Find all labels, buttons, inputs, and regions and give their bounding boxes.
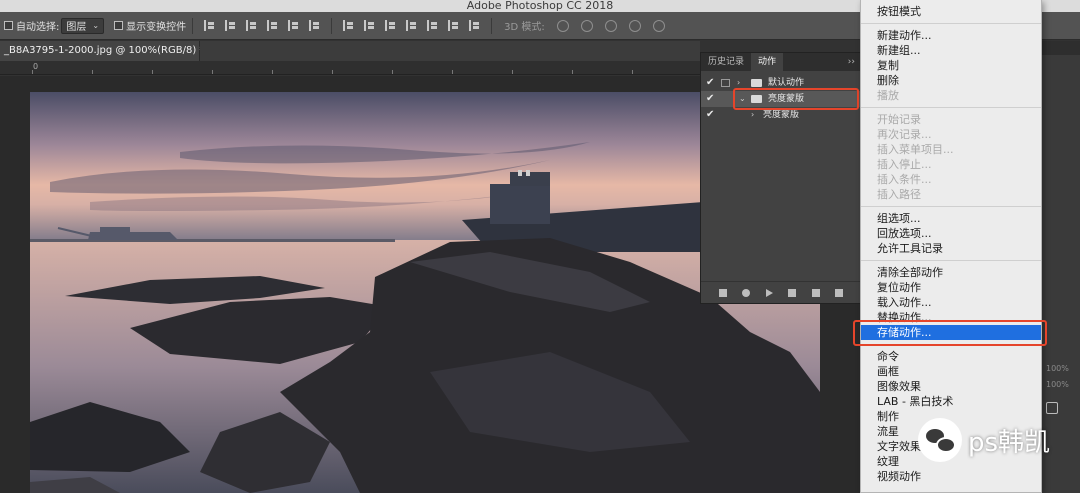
3d-scale-icon[interactable] — [652, 19, 665, 32]
menu-item-allow-tool-recording[interactable]: 允许工具记录 — [861, 241, 1041, 256]
menu-item-insert-menu-item: 插入菜单项目... — [877, 143, 954, 156]
stop-icon[interactable] — [718, 288, 727, 297]
divider — [331, 17, 333, 34]
menu-item-delete[interactable]: 删除 — [861, 73, 1041, 88]
align-bottom-icon[interactable] — [246, 20, 257, 31]
ruler-mark — [272, 70, 273, 74]
3d-slide-icon[interactable] — [628, 19, 641, 32]
menu-item-play: 播放 — [877, 89, 899, 102]
check-icon[interactable]: ✔ — [706, 107, 714, 123]
ruler-mark — [332, 70, 333, 74]
play-icon[interactable] — [765, 288, 773, 297]
record-icon[interactable] — [742, 288, 751, 297]
3d-drag-icon[interactable] — [604, 19, 617, 32]
menu-item-video-actions[interactable]: 视频动作 — [861, 469, 1041, 484]
ruler-mark — [452, 70, 453, 74]
menu-item-lab-bw[interactable]: LAB - 黑白技术 — [861, 394, 1041, 409]
auto-select-dropdown[interactable]: 图层 ⌄ — [61, 17, 105, 34]
new-action-icon[interactable] — [811, 288, 820, 297]
menu-item-duplicate[interactable]: 复制 — [861, 58, 1041, 73]
distribute-hcenter-icon[interactable] — [427, 20, 438, 31]
watermark-text: ps韩凯 — [968, 427, 1051, 458]
menu-separator — [861, 260, 1041, 261]
distribute-left-icon[interactable] — [406, 20, 417, 31]
3d-mode-label: 3D 模式: — [504, 22, 545, 33]
highlight-box — [853, 320, 1047, 346]
menu-item-record-again: 再次记录... — [877, 128, 932, 141]
menu-item-playback-options[interactable]: 回放选项... — [861, 226, 1041, 241]
menu-item-insert-path: 插入路径 — [877, 188, 921, 201]
distribute-vcenter-icon[interactable] — [364, 20, 375, 31]
menu-item-image-effects[interactable]: 图像效果 — [861, 379, 1041, 394]
3d-rotate-icon[interactable] — [556, 19, 569, 32]
ruler-mark — [32, 70, 33, 74]
ruler-mark — [632, 70, 633, 74]
menu-item-insert-conditional: 插入条件... — [877, 173, 932, 186]
distribute-right-icon[interactable] — [448, 20, 459, 31]
menu-separator — [861, 23, 1041, 24]
tab-history[interactable]: 历史记录 — [701, 53, 751, 71]
wechat-logo-icon — [918, 418, 962, 462]
menu-item-new-action[interactable]: 新建动作... — [861, 28, 1041, 43]
opacity-value: 100% — [1046, 364, 1069, 373]
watermark: ps韩凯 — [918, 418, 1050, 462]
dialog-toggle-icon[interactable] — [721, 79, 730, 87]
align-right-icon[interactable] — [309, 20, 320, 31]
distribute-bottom-icon[interactable] — [385, 20, 396, 31]
align-top-icon[interactable] — [204, 20, 215, 31]
ruler-mark — [212, 70, 213, 74]
menu-item-new-set[interactable]: 新建组... — [861, 43, 1041, 58]
tab-strip — [200, 41, 700, 61]
align-left-icon[interactable] — [267, 20, 278, 31]
3d-roll-icon[interactable] — [580, 19, 593, 32]
ruler-mark — [392, 70, 393, 74]
highlight-box — [733, 88, 859, 110]
actions-panel: 历史记录 动作 ›› ✔ › 默认动作 ✔ ⌄ 亮度蒙版 ✔ › 亮度蒙版 — [700, 52, 862, 304]
menu-item-button-mode[interactable]: 按钮模式 — [861, 4, 1041, 19]
panel-collapse-icon[interactable]: ›› — [842, 53, 861, 71]
tab-actions[interactable]: 动作 — [751, 53, 784, 71]
panel-tab-bar: 历史记录 动作 ›› — [701, 53, 861, 71]
menu-separator — [861, 206, 1041, 207]
auto-align-icon[interactable] — [469, 20, 480, 31]
divider — [192, 17, 194, 34]
folder-icon — [751, 79, 762, 87]
check-icon[interactable]: ✔ — [706, 75, 714, 91]
menu-item-frames[interactable]: 画框 — [861, 364, 1041, 379]
distribute-top-icon[interactable] — [343, 20, 354, 31]
ruler-mark — [512, 70, 513, 74]
chevron-down-icon: ⌄ — [92, 21, 100, 30]
document-tab[interactable]: _B8A3795-1-2000.jpg @ 100%(RGB/8) * — [0, 41, 204, 61]
app-title: Adobe Photoshop CC 2018 — [466, 0, 614, 12]
check-icon[interactable]: ✔ — [706, 91, 714, 107]
new-set-folder-icon[interactable] — [788, 288, 797, 297]
show-transform-label: 显示变换控件 — [126, 22, 187, 33]
menu-item-start-recording: 开始记录 — [877, 113, 921, 126]
ruler-mark — [92, 70, 93, 74]
menu-item-commands[interactable]: 命令 — [861, 349, 1041, 364]
divider — [491, 17, 493, 34]
lock-icon[interactable] — [1046, 402, 1058, 414]
menu-item-insert-stop: 插入停止... — [877, 158, 932, 171]
panel-footer — [701, 281, 861, 303]
ruler-mark — [152, 70, 153, 74]
auto-select-label: 自动选择: — [16, 22, 60, 33]
ruler-tick-label: 0 — [33, 62, 39, 71]
menu-item-clear-all-actions[interactable]: 清除全部动作 — [861, 265, 1041, 280]
show-transform-checkbox[interactable] — [114, 21, 124, 30]
menu-item-reset-actions[interactable]: 复位动作 — [861, 280, 1041, 295]
trash-icon[interactable] — [835, 288, 844, 297]
menu-item-set-options[interactable]: 组选项... — [861, 211, 1041, 226]
menu-item-load-actions[interactable]: 载入动作... — [861, 295, 1041, 310]
align-vcenter-icon[interactable] — [225, 20, 236, 31]
auto-select-checkbox[interactable] — [4, 21, 13, 30]
fill-value: 100% — [1046, 380, 1069, 389]
auto-select-value: 图层 — [66, 22, 87, 33]
align-hcenter-icon[interactable] — [288, 20, 299, 31]
ruler-mark — [572, 70, 573, 74]
document-tab-label: _B8A3795-1-2000.jpg @ 100%(RGB/8) * — [4, 45, 205, 56]
menu-separator — [861, 107, 1041, 108]
